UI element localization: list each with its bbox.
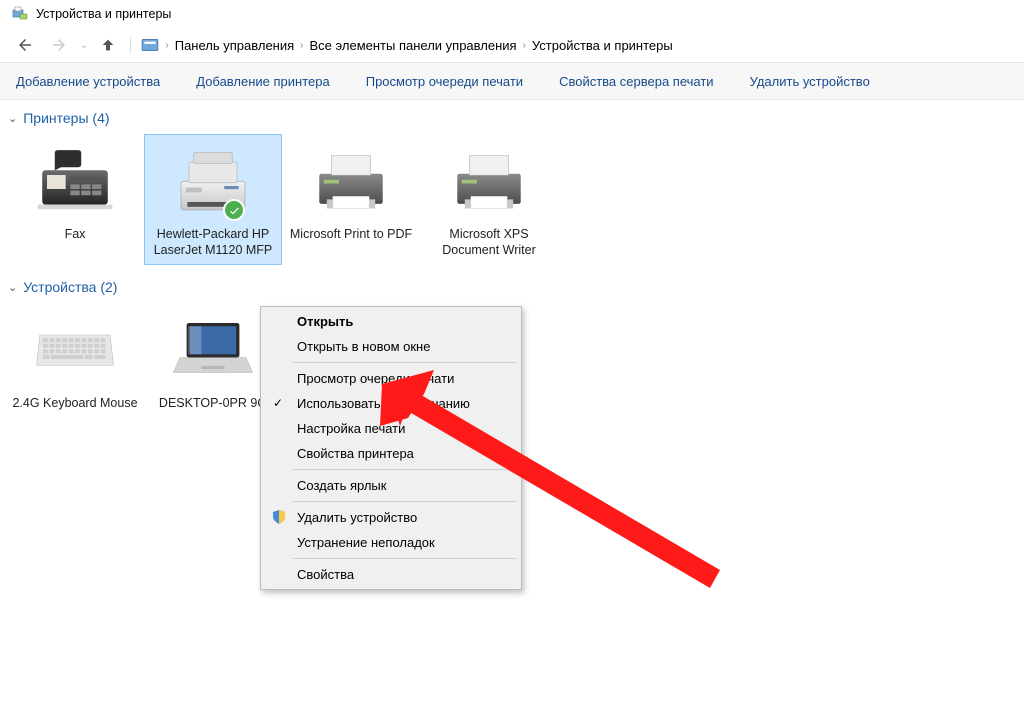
device-item-xps-writer[interactable]: Microsoft XPS Document Writer <box>420 134 558 265</box>
toolbar-remove-device[interactable]: Удалить устройство <box>750 74 870 89</box>
context-menu: Открыть Открыть в новом окне Просмотр оч… <box>260 306 522 590</box>
menu-item-view-queue[interactable]: Просмотр очереди печати <box>263 366 519 391</box>
devices-printers-icon <box>12 6 28 22</box>
toolbar-add-device[interactable]: Добавление устройства <box>16 74 160 89</box>
device-item-fax[interactable]: Fax <box>6 134 144 265</box>
window-title: Устройства и принтеры <box>36 7 171 21</box>
menu-item-properties[interactable]: Свойства <box>263 562 519 587</box>
breadcrumb-item-0[interactable]: Панель управления <box>175 38 294 53</box>
chevron-down-icon: ⌄ <box>8 112 17 125</box>
menu-item-set-default[interactable]: Использовать по умолчанию <box>263 391 519 416</box>
chevron-right-icon: › <box>165 40 168 51</box>
group-header-printers[interactable]: ⌄ Принтеры (4) <box>6 106 1018 130</box>
menu-item-open[interactable]: Открыть <box>263 309 519 334</box>
back-button[interactable] <box>12 32 38 58</box>
toolbar-view-queue[interactable]: Просмотр очереди печати <box>366 74 523 89</box>
menu-item-troubleshoot[interactable]: Устранение неполадок <box>263 530 519 555</box>
titlebar: Устройства и принтеры <box>0 0 1024 28</box>
breadcrumb-item-2[interactable]: Устройства и принтеры <box>532 38 673 53</box>
menu-item-printer-props[interactable]: Свойства принтера <box>263 441 519 466</box>
menu-item-print-settings[interactable]: Настройка печати <box>263 416 519 441</box>
keyboard-icon <box>34 327 116 375</box>
menu-separator <box>293 501 517 502</box>
chevron-right-icon: › <box>300 40 303 51</box>
recent-dropdown[interactable]: ⌄ <box>80 40 88 51</box>
chevron-down-icon: ⌄ <box>8 281 17 294</box>
control-panel-icon <box>141 36 159 54</box>
navbar: ⌄ › Панель управления › Все элементы пан… <box>0 28 1024 62</box>
fax-icon <box>36 147 114 217</box>
group-label-devices: Устройства (2) <box>23 279 117 295</box>
group-label-printers: Принтеры (4) <box>23 110 109 126</box>
toolbar: Добавление устройства Добавление принтер… <box>0 62 1024 100</box>
group-header-devices[interactable]: ⌄ Устройства (2) <box>6 275 1018 299</box>
shield-icon <box>271 509 287 525</box>
toolbar-add-printer[interactable]: Добавление принтера <box>196 74 329 89</box>
printers-row: Fax Hewlett-Packard HP LaserJet M1120 MF… <box>6 130 1018 275</box>
device-label: Hewlett-Packard HP LaserJet M1120 MFP <box>149 227 277 258</box>
printer-icon <box>450 148 528 216</box>
device-item-print-to-pdf[interactable]: Microsoft Print to PDF <box>282 134 420 265</box>
device-label: 2.4G Keyboard Mouse <box>11 396 139 412</box>
nav-separator <box>130 37 131 53</box>
device-label: Microsoft XPS Document Writer <box>425 227 553 258</box>
toolbar-server-props[interactable]: Свойства сервера печати <box>559 74 714 89</box>
device-label: Fax <box>11 227 139 243</box>
up-button[interactable] <box>96 33 120 57</box>
device-label: DESKTOP-0PR 9Q <box>149 396 277 412</box>
device-label: Microsoft Print to PDF <box>287 227 415 243</box>
laptop-icon <box>171 318 255 384</box>
breadcrumb[interactable]: › Панель управления › Все элементы панел… <box>141 36 1012 54</box>
menu-separator <box>293 469 517 470</box>
chevron-right-icon: › <box>523 40 526 51</box>
breadcrumb-item-1[interactable]: Все элементы панели управления <box>310 38 517 53</box>
forward-button[interactable] <box>46 32 72 58</box>
menu-item-remove-device[interactable]: Удалить устройство <box>263 505 519 530</box>
device-item-hp-laserjet[interactable]: Hewlett-Packard HP LaserJet M1120 MFP <box>144 134 282 265</box>
printer-icon <box>312 148 390 216</box>
menu-item-open-new-window[interactable]: Открыть в новом окне <box>263 334 519 359</box>
default-check-badge <box>223 199 245 221</box>
menu-separator <box>293 362 517 363</box>
menu-item-create-shortcut[interactable]: Создать ярлык <box>263 473 519 498</box>
menu-separator <box>293 558 517 559</box>
device-item-keyboard-mouse[interactable]: 2.4G Keyboard Mouse <box>6 303 144 419</box>
